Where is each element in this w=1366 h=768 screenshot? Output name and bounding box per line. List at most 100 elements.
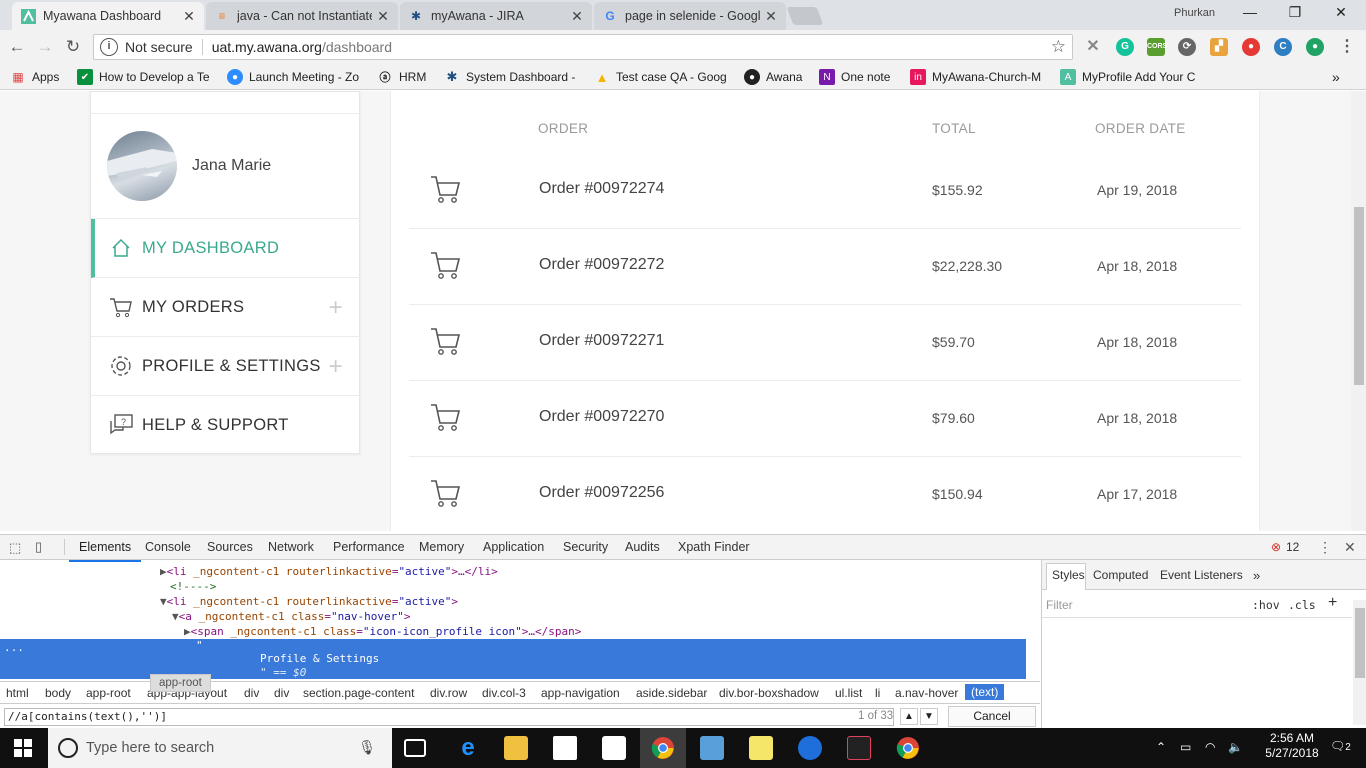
devtools-menu-icon[interactable]: ⋮ bbox=[1318, 539, 1332, 556]
expand-plus-icon[interactable]: + bbox=[329, 294, 343, 322]
breadcrumb-item[interactable]: body bbox=[45, 686, 71, 700]
taskbar-clock[interactable]: 2:56 AM 5/27/2018 bbox=[1256, 731, 1328, 761]
intellij-icon[interactable] bbox=[847, 736, 871, 760]
sticky-notes-icon[interactable] bbox=[749, 736, 773, 760]
breadcrumb-item[interactable]: a.nav-hover bbox=[895, 686, 958, 700]
dom-comment[interactable]: <!----> bbox=[170, 580, 216, 593]
file-explorer-icon[interactable] bbox=[504, 736, 528, 760]
close-icon[interactable]: ✕ bbox=[182, 8, 196, 25]
breadcrumb-item[interactable]: div bbox=[274, 686, 289, 700]
devtools-tab-console[interactable]: Console bbox=[145, 540, 191, 554]
devtools-close-icon[interactable]: ✕ bbox=[1344, 539, 1356, 556]
scrollbar-thumb[interactable] bbox=[1355, 608, 1365, 678]
restore-icon[interactable]: ❐ bbox=[1280, 4, 1310, 24]
close-icon[interactable]: ✕ bbox=[764, 8, 778, 25]
inspect-element-icon[interactable]: ⬚ bbox=[9, 540, 21, 556]
devtools-tab-network[interactable]: Network bbox=[268, 540, 314, 554]
cls-toggle[interactable]: .cls bbox=[1288, 598, 1316, 612]
tray-chevron-icon[interactable]: ⌃ bbox=[1156, 740, 1166, 754]
table-row[interactable]: Order #00972271 $59.70 Apr 18, 2018 bbox=[409, 305, 1241, 381]
bookmark-develop[interactable]: ✔ How to Develop a Te bbox=[77, 68, 215, 86]
breadcrumb-item[interactable]: aside.sidebar bbox=[636, 686, 707, 700]
taskbar-search[interactable]: Type here to search 🎙 bbox=[48, 728, 392, 768]
back-icon[interactable]: ← bbox=[6, 36, 28, 58]
order-link[interactable]: Order #00972274 bbox=[539, 180, 664, 198]
dom-tree[interactable]: ▶<li _ngcontent-c1 routerlinkactive="act… bbox=[0, 561, 1026, 681]
microphone-icon[interactable]: 🎙 bbox=[358, 739, 376, 756]
selected-dom-node[interactable]: ... " Profile & Settings " == $0 bbox=[0, 639, 1026, 679]
table-row[interactable]: Order #00972274 $155.92 Apr 19, 2018 bbox=[409, 153, 1241, 229]
device-toolbar-icon[interactable]: ▯ bbox=[35, 539, 42, 555]
reload-icon[interactable]: ↻ bbox=[62, 36, 84, 58]
breadcrumb-item[interactable]: li bbox=[875, 686, 880, 700]
scrollbar-thumb[interactable] bbox=[1354, 207, 1364, 385]
breadcrumb-item[interactable]: html bbox=[6, 686, 29, 700]
sidebar-item-my-dashboard[interactable]: MY DASHBOARD bbox=[91, 219, 361, 278]
sidebar-item-profile-settings[interactable]: PROFILE & SETTINGS + bbox=[91, 337, 361, 396]
devtools-tab-application[interactable]: Application bbox=[483, 540, 544, 554]
hov-toggle[interactable]: :hov bbox=[1252, 598, 1280, 612]
close-icon[interactable]: ✕ bbox=[376, 8, 390, 25]
breadcrumb-item[interactable]: div.bor-boxshadow bbox=[719, 686, 819, 700]
window-close-icon[interactable]: ✕ bbox=[1326, 4, 1356, 24]
table-row[interactable]: Order #00972272 $22,228.30 Apr 18, 2018 bbox=[409, 229, 1241, 305]
breadcrumb-item[interactable]: app-root bbox=[86, 686, 131, 700]
more-dots-icon[interactable]: ... bbox=[4, 641, 24, 654]
tab-computed[interactable]: Computed bbox=[1093, 568, 1148, 582]
table-row[interactable]: Order #00972256 $150.94 Apr 17, 2018 bbox=[409, 457, 1241, 531]
bookmark-star-icon[interactable]: ☆ bbox=[1051, 37, 1066, 57]
dom-node[interactable]: ▶<li _ngcontent-c1 routerlinkactive="act… bbox=[160, 565, 498, 578]
breadcrumb-item[interactable]: section.page-content bbox=[303, 686, 414, 700]
volume-muted-icon[interactable]: 🔈 bbox=[1228, 740, 1243, 754]
tab-jira[interactable]: ✱ myAwana - JIRA ✕ bbox=[400, 2, 592, 30]
order-link[interactable]: Order #00972272 bbox=[539, 256, 664, 274]
tab-event-listeners[interactable]: Event Listeners bbox=[1160, 568, 1243, 582]
dom-node[interactable]: ▼<li _ngcontent-c1 routerlinkactive="act… bbox=[160, 595, 458, 608]
order-link[interactable]: Order #00972270 bbox=[539, 408, 664, 426]
tab-styles[interactable]: Styles bbox=[1052, 568, 1085, 582]
new-tab-button[interactable] bbox=[786, 7, 824, 25]
search-next-icon[interactable]: ▼ bbox=[920, 708, 938, 725]
bookmark-myprofile[interactable]: A MyProfile Add Your C bbox=[1060, 68, 1198, 86]
error-icon[interactable]: ⊗ bbox=[1271, 540, 1281, 554]
maps-pin-icon[interactable] bbox=[798, 736, 822, 760]
ext-x-icon[interactable]: ✕ bbox=[1084, 38, 1102, 56]
calculator-app-icon[interactable] bbox=[700, 736, 724, 760]
sync-ext-icon[interactable]: ⟳ bbox=[1178, 38, 1196, 56]
devtools-tab-elements[interactable]: Elements bbox=[68, 540, 142, 562]
c-ext-icon[interactable]: C bbox=[1274, 38, 1292, 56]
grammarly-icon[interactable]: G bbox=[1116, 38, 1134, 56]
search-prev-icon[interactable]: ▲ bbox=[900, 708, 918, 725]
tab-stackoverflow[interactable]: ≡ java - Can not Instantiate ✕ bbox=[206, 2, 398, 30]
order-link[interactable]: Order #00972271 bbox=[539, 332, 664, 350]
battery-icon[interactable]: ▭ bbox=[1180, 740, 1191, 754]
breadcrumb-item[interactable]: div.col-3 bbox=[482, 686, 526, 700]
tab-google[interactable]: G page in selenide - Google ✕ bbox=[594, 2, 786, 30]
menu-icon[interactable]: ⋮ bbox=[1338, 38, 1356, 56]
breadcrumb-item[interactable]: div bbox=[244, 686, 259, 700]
chrome-icon[interactable] bbox=[896, 736, 920, 763]
task-view-icon[interactable] bbox=[404, 739, 426, 757]
xpath-search-input[interactable]: //a[contains(text(),'')] bbox=[4, 708, 894, 726]
breadcrumb-item[interactable]: app-navigation bbox=[541, 686, 620, 700]
info-icon[interactable]: i bbox=[100, 38, 118, 56]
ruler-ext-icon[interactable]: ▞ bbox=[1210, 38, 1228, 56]
mail-icon[interactable] bbox=[602, 736, 626, 760]
bookmark-system-dashboard[interactable]: ✱ System Dashboard - bbox=[444, 68, 580, 86]
bookmark-test-case[interactable]: ▲ Test case QA - Goog bbox=[594, 68, 732, 86]
error-count[interactable]: 12 bbox=[1286, 540, 1299, 554]
wifi-icon[interactable]: ◠ bbox=[1205, 740, 1215, 754]
bookmark-zoom[interactable]: ● Launch Meeting - Zo bbox=[227, 68, 365, 86]
devtools-tab-memory[interactable]: Memory bbox=[419, 540, 464, 554]
styles-filter-input[interactable]: Filter bbox=[1046, 598, 1073, 612]
devtools-tab-xpath-finder[interactable]: Xpath Finder bbox=[678, 540, 750, 554]
bookmark-onenote[interactable]: N One note bbox=[819, 68, 901, 86]
more-tabs-icon[interactable]: » bbox=[1253, 568, 1260, 583]
bookmark-awana[interactable]: ● Awana bbox=[744, 68, 810, 86]
profile-name[interactable]: Phurkan bbox=[1174, 7, 1215, 19]
minimize-icon[interactable]: — bbox=[1235, 4, 1265, 24]
sidebar-item-my-orders[interactable]: MY ORDERS + bbox=[91, 278, 361, 337]
bookmark-myawana-church[interactable]: in MyAwana-Church-M bbox=[910, 68, 1048, 86]
pin-ext-icon[interactable]: ● bbox=[1306, 38, 1324, 56]
lastpass-icon[interactable]: ● bbox=[1242, 38, 1260, 56]
